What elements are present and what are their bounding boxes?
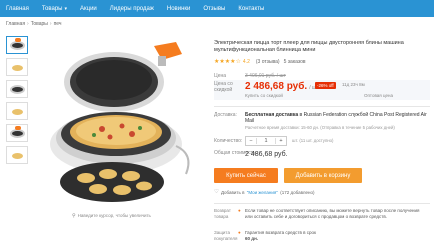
old-price-label: Цена: [214, 73, 227, 79]
wholesale-price-link[interactable]: Оптовая цена: [364, 93, 393, 98]
thumbnail[interactable]: [6, 36, 28, 54]
delivery-estimate: Расчетное время доставки: 15-60 дн. (Отп…: [245, 125, 395, 130]
return-label-line1: Возврат: [214, 208, 231, 213]
nav-item-reviews[interactable]: Отзывы: [203, 6, 225, 12]
protection-label: Защита покупателя: [214, 230, 237, 241]
thumbnail-image: [10, 129, 25, 138]
add-to-cart-button[interactable]: Добавить в корзину: [284, 168, 362, 183]
nav-item-contacts[interactable]: Контакты: [238, 6, 264, 12]
return-label-line2: товара: [214, 213, 229, 219]
nav-item-label: Акции: [80, 5, 97, 12]
wishlist: ♡ Добавить в "Мои желания" (172 добавлен…: [214, 189, 314, 195]
thumbnail[interactable]: [6, 102, 28, 120]
nav-item-products[interactable]: Товары ▾: [42, 6, 67, 12]
quantity-stepper: − 1 +: [245, 136, 287, 146]
divider: [214, 106, 430, 107]
rating-score: 4.2: [242, 58, 250, 65]
thumbnail-list: [6, 36, 30, 168]
discount-price: 2 486,68 руб. / шт: [245, 81, 318, 92]
discount-timer: 11д 23ч 8м: [342, 82, 365, 87]
shipping-label: Доставка:: [214, 112, 237, 118]
product-title: Электрическая пицца торт плеер для пиццы…: [214, 40, 404, 53]
chevron-down-icon: ▾: [64, 5, 67, 12]
thumbnail-image: [10, 41, 25, 50]
nav-item-label: Главная: [6, 5, 29, 12]
wishlist-count: (172 добавлено): [280, 189, 315, 195]
protection-label-line1: Защита: [214, 230, 230, 235]
quantity-input[interactable]: 1: [256, 138, 276, 144]
zoom-hint-text: Наведите курсор, чтобы увеличить: [77, 213, 151, 218]
wishlist-link[interactable]: "Мои желания": [247, 190, 278, 195]
shipping-info: Бесплатная доставка в Russian Federation…: [245, 112, 430, 124]
quantity-availability: шт. (11 шт. доступно): [292, 138, 334, 143]
check-icon: ●: [238, 208, 241, 213]
nav-item-label: Отзывы: [203, 5, 226, 12]
breadcrumb-separator: ›: [27, 21, 29, 27]
old-price: 3 406,01 руб. / шт: [245, 73, 286, 79]
protection-days: 60 дн.: [245, 235, 259, 241]
thumbnail[interactable]: [6, 80, 28, 98]
breadcrumb-separator: ›: [49, 21, 52, 27]
breadcrumb-products[interactable]: Товары: [31, 21, 48, 27]
protection-text-body: Гарантия возврата средств в срок: [245, 230, 316, 235]
nav-item-label: Контакты: [238, 5, 265, 12]
price-sub-note[interactable]: Купить со скидкой: [245, 93, 283, 98]
nav-item-label: Товары: [41, 5, 63, 12]
breadcrumb: Главная › Товары › печ: [6, 21, 62, 27]
thumbnail-image: [10, 85, 25, 94]
price-block: Цена со скидкой 2 486,68 руб. / шт -26% o…: [214, 80, 430, 100]
nav-item-home[interactable]: Главная: [6, 6, 29, 12]
check-icon: ●: [238, 230, 241, 235]
quantity-decrease-button[interactable]: −: [246, 138, 256, 144]
rating-count[interactable]: (3 отзыва): [256, 59, 280, 65]
total-label: Общая стоимость:: [214, 150, 258, 156]
return-policy-text: Если товар не соответствует описанию, вы…: [245, 208, 420, 219]
buyer-guarantee: Возврат товара ● Если товар не соответств…: [214, 203, 430, 247]
product-image[interactable]: [36, 34, 204, 206]
quantity-label: Количество:: [214, 138, 243, 144]
thumbnail-image-detail: [15, 126, 21, 130]
breadcrumb-home[interactable]: Главная: [6, 21, 25, 27]
star-rating-icon: ★★★★☆: [214, 59, 241, 65]
nav-item-label: Новинки: [166, 5, 191, 12]
top-navigation: Главная Товары ▾ Акции Лидеры продаж Нови…: [0, 0, 434, 17]
thumbnail[interactable]: [6, 58, 28, 76]
heart-icon[interactable]: ♡: [214, 189, 219, 195]
thumbnail-image: [12, 109, 23, 115]
thumbnail[interactable]: [6, 124, 28, 142]
nav-item-new[interactable]: Новинки: [167, 6, 191, 12]
protection-text: Гарантия возврата средств в срок 60 дн.: [245, 230, 425, 241]
order-count: 5 заказов: [283, 58, 306, 65]
nav-item-bestsellers[interactable]: Лидеры продаж: [110, 6, 154, 12]
wishlist-prefix: Добавить в: [220, 189, 245, 195]
thumbnail-image-detail: [15, 38, 21, 42]
discount-badge: -26% off: [315, 82, 336, 89]
price-value: 2 486,68 руб.: [245, 81, 308, 92]
return-label: Возврат товара: [214, 208, 231, 219]
total-price: 2 486,68 руб.: [245, 151, 288, 158]
breadcrumb-current: печ: [53, 21, 62, 27]
search-icon: ⚲: [72, 213, 76, 219]
thumbnail-image: [12, 65, 23, 71]
thumbnail[interactable]: [6, 146, 28, 164]
quantity-increase-button[interactable]: +: [276, 138, 286, 144]
nav-item-label: Лидеры продаж: [109, 5, 154, 12]
protection-label-line2: покупателя: [214, 235, 238, 241]
discount-price-label: Цена со скидкой: [214, 81, 233, 93]
buy-now-button[interactable]: Купить сейчас: [214, 168, 278, 183]
product-rating: ★★★★☆ 4.2 (3 отзыва) 5 заказов: [214, 58, 306, 66]
zoom-hint: ⚲ Наведите курсор, чтобы увеличить: [72, 213, 151, 219]
nav-item-promotions[interactable]: Акции: [80, 6, 97, 12]
thumbnail-image: [12, 153, 23, 159]
